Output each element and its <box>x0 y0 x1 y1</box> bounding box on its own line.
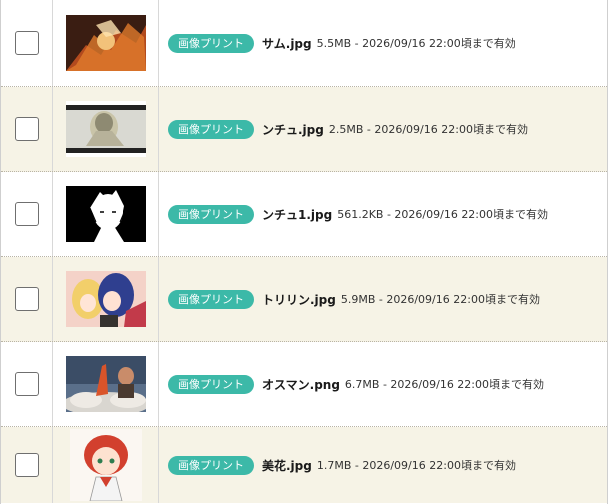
thumbnail-image[interactable] <box>65 271 146 327</box>
checkbox-cell <box>1 0 53 86</box>
file-meta: 1.7MB - 2026/09/16 22:00頃まで有効 <box>316 459 516 472</box>
print-badge: 画像プリント <box>168 374 254 394</box>
select-checkbox[interactable] <box>14 117 39 141</box>
file-info: 画像プリント サム.jpg 5.5MB - 2026/09/16 22:00頃ま… <box>159 33 607 53</box>
print-badge: 画像プリント <box>168 33 254 53</box>
checkbox-cell <box>1 172 53 256</box>
thumbnail-cell <box>53 342 159 426</box>
select-checkbox[interactable] <box>14 372 39 396</box>
file-row: 画像プリント オスマン.png 6.7MB - 2026/09/16 22:00… <box>1 342 607 427</box>
file-meta: 5.5MB - 2026/09/16 22:00頃まで有効 <box>316 37 516 50</box>
print-badge: 画像プリント <box>168 455 254 475</box>
file-row: 画像プリント ンチュ.jpg 2.5MB - 2026/09/16 22:00頃… <box>1 87 607 172</box>
file-name[interactable]: トリリン.jpg <box>262 291 336 308</box>
file-meta: 5.9MB - 2026/09/16 22:00頃まで有効 <box>340 293 540 306</box>
file-name[interactable]: ンチュ1.jpg <box>262 206 332 223</box>
file-info: 画像プリント ンチュ.jpg 2.5MB - 2026/09/16 22:00頃… <box>159 119 607 139</box>
file-name[interactable]: オスマン.png <box>262 376 340 393</box>
select-checkbox[interactable] <box>14 453 39 477</box>
checkbox-cell <box>1 257 53 341</box>
thumbnail-image[interactable] <box>69 429 142 501</box>
select-checkbox[interactable] <box>14 31 39 55</box>
thumbnail-cell <box>53 172 159 256</box>
file-name[interactable]: ンチュ.jpg <box>262 121 324 138</box>
file-list: 画像プリント サム.jpg 5.5MB - 2026/09/16 22:00頃ま… <box>0 0 608 504</box>
checkbox-cell <box>1 87 53 171</box>
file-info: 画像プリント トリリン.jpg 5.9MB - 2026/09/16 22:00… <box>159 289 607 309</box>
file-info: 画像プリント ンチュ1.jpg 561.2KB - 2026/09/16 22:… <box>159 204 607 224</box>
thumbnail-cell <box>53 87 159 171</box>
checkbox-cell <box>1 427 53 503</box>
file-info: 画像プリント オスマン.png 6.7MB - 2026/09/16 22:00… <box>159 374 607 394</box>
file-name[interactable]: サム.jpg <box>262 35 312 52</box>
file-row: 画像プリント サム.jpg 5.5MB - 2026/09/16 22:00頃ま… <box>1 0 607 87</box>
file-meta: 2.5MB - 2026/09/16 22:00頃まで有効 <box>328 123 528 136</box>
file-meta: 561.2KB - 2026/09/16 22:00頃まで有効 <box>337 208 549 221</box>
file-info: 画像プリント 美花.jpg 1.7MB - 2026/09/16 22:00頃ま… <box>159 455 607 475</box>
thumbnail-image[interactable] <box>65 356 146 412</box>
select-checkbox[interactable] <box>14 287 39 311</box>
thumbnail-image[interactable] <box>65 101 146 157</box>
file-name[interactable]: 美花.jpg <box>262 457 312 474</box>
file-row: 画像プリント 美花.jpg 1.7MB - 2026/09/16 22:00頃ま… <box>1 427 607 503</box>
checkbox-cell <box>1 342 53 426</box>
file-row: 画像プリント ンチュ1.jpg 561.2KB - 2026/09/16 22:… <box>1 172 607 257</box>
print-badge: 画像プリント <box>168 289 254 309</box>
thumbnail-image[interactable] <box>65 15 146 71</box>
file-meta: 6.7MB - 2026/09/16 22:00頃まで有効 <box>344 378 545 391</box>
print-badge: 画像プリント <box>168 204 254 224</box>
thumbnail-image[interactable] <box>65 186 146 242</box>
select-checkbox[interactable] <box>14 202 39 226</box>
thumbnail-cell <box>53 427 159 503</box>
file-row: 画像プリント トリリン.jpg 5.9MB - 2026/09/16 22:00… <box>1 257 607 342</box>
thumbnail-cell <box>53 0 159 86</box>
thumbnail-cell <box>53 257 159 341</box>
print-badge: 画像プリント <box>168 119 254 139</box>
